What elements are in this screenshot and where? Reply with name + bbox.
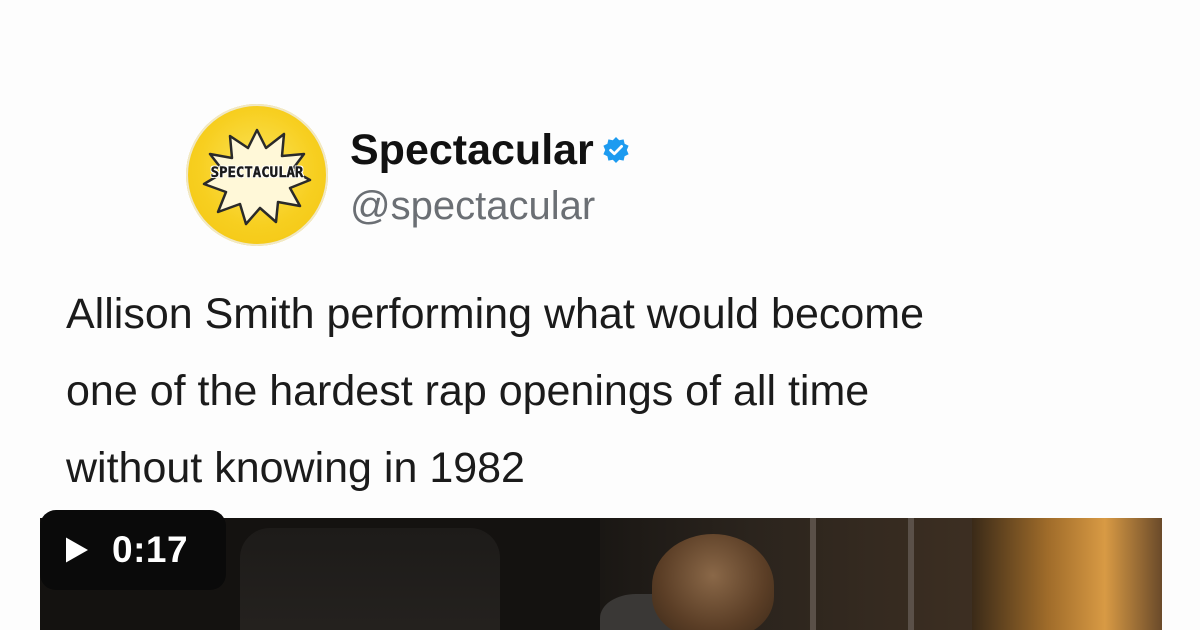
play-icon	[64, 536, 90, 564]
tweet-text: Allison Smith performing what would beco…	[66, 276, 1176, 507]
avatar-logo-text: SPECTACULAR	[210, 165, 304, 181]
video-duration: 0:17	[112, 529, 189, 570]
handle[interactable]: @spectacular	[350, 184, 595, 229]
tweet-text-line: without knowing in 1982	[66, 444, 525, 492]
video-background-shape	[240, 528, 500, 630]
video-background-shape	[810, 518, 816, 630]
tweet-text-line: one of the hardest rap openings of all t…	[66, 367, 870, 415]
verified-badge-icon	[602, 136, 630, 164]
name-row: Spectacular	[350, 122, 630, 178]
tweet-text-line: Allison Smith performing what would beco…	[66, 290, 925, 338]
video-background-shape	[972, 518, 1162, 630]
play-button[interactable]: 0:17	[40, 510, 226, 590]
video-figure-head	[652, 534, 774, 630]
display-name[interactable]: Spectacular	[350, 126, 594, 175]
tweet-card: SPECTACULAR Spectacular @spectacular All…	[0, 0, 1200, 630]
avatar[interactable]: SPECTACULAR	[186, 104, 328, 246]
video-background-shape	[908, 518, 914, 630]
